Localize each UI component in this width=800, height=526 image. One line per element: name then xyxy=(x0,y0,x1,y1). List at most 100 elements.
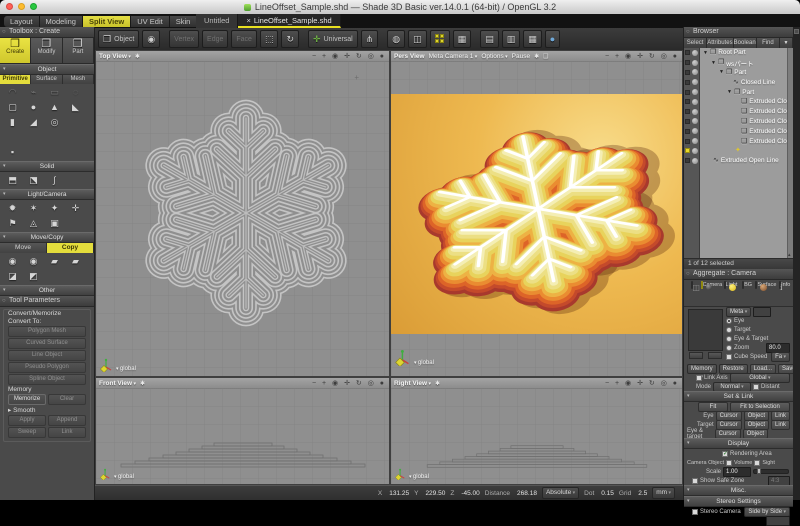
rendering-area-checkbox[interactable] xyxy=(722,451,728,457)
browser-tab-find[interactable]: Find xyxy=(757,38,780,48)
set-link-section-bar[interactable]: Set & Link xyxy=(684,391,793,402)
visibility-icon[interactable] xyxy=(692,60,698,66)
face-mode-button[interactable]: Face xyxy=(231,30,257,48)
solid-section-bar[interactable]: Solid xyxy=(0,161,94,172)
tree-row[interactable]: Extruded Closed xyxy=(684,136,793,146)
point-light-icon[interactable]: ✹ xyxy=(2,201,23,216)
preview-button[interactable] xyxy=(708,352,722,359)
panel-toggle-icon[interactable] xyxy=(794,29,799,34)
tree-row[interactable]: ▼wsパート xyxy=(684,58,793,68)
viewport-zoom-controls[interactable]: − + ◉ ✛ ↻ ◎ ● xyxy=(605,379,679,387)
spot-light-icon[interactable]: ✶ xyxy=(23,201,44,216)
toolbox-header[interactable]: Toolbox : Create xyxy=(0,27,94,38)
render-flag-icon[interactable] xyxy=(685,158,690,163)
tree-row[interactable]: Extruded Closed xyxy=(684,117,793,127)
render-flag-icon[interactable] xyxy=(685,80,690,85)
viewport-top[interactable]: Top View ✱ − + ◉ ✛ ↻ ◎ ● + global xyxy=(95,50,390,377)
visibility-icon[interactable] xyxy=(692,118,698,124)
stereo-camera-checkbox[interactable] xyxy=(692,509,698,515)
disclosure-icon[interactable]: ▼ xyxy=(727,89,732,95)
scale-tool-icon[interactable]: ▰ xyxy=(44,254,65,269)
shear-tool-icon[interactable]: ◪ xyxy=(2,269,23,284)
display-texture-button[interactable] xyxy=(523,30,542,48)
clear-button[interactable]: Clear xyxy=(48,394,86,405)
world-coordinates-button[interactable] xyxy=(387,30,405,48)
coordinate-space-selector[interactable]: global xyxy=(409,474,429,480)
visibility-icon[interactable] xyxy=(692,50,698,56)
link-axis-checkbox[interactable] xyxy=(696,375,702,381)
tree-row[interactable]: Extruded Closed xyxy=(684,107,793,117)
render-flag-icon[interactable] xyxy=(685,99,690,104)
convert-polygon-mesh-button[interactable]: Polygon Mesh xyxy=(8,326,86,337)
rotate-tool-icon[interactable]: ◉ xyxy=(23,254,44,269)
flag-light-icon[interactable]: ⚑ xyxy=(2,216,23,231)
tab-modeling[interactable]: Modeling xyxy=(40,16,83,27)
display-wireframe-button[interactable] xyxy=(480,30,499,48)
show-grid-button[interactable] xyxy=(453,30,472,48)
sphere-tool-icon[interactable]: ● xyxy=(23,100,44,115)
move-button[interactable]: Move xyxy=(0,243,47,253)
comment-icon[interactable]: ❑ xyxy=(543,53,548,60)
gear-icon[interactable]: ✱ xyxy=(135,53,140,60)
gear-icon[interactable]: ✱ xyxy=(140,380,145,387)
tree-row[interactable]: ▼ Part xyxy=(684,87,793,97)
disclosure-icon[interactable]: ▼ xyxy=(711,60,716,66)
pause-button[interactable]: Pause xyxy=(512,53,530,60)
memorize-button[interactable]: Memorize xyxy=(8,394,46,405)
tree-row[interactable]: ▼Part xyxy=(684,68,793,78)
mirror-button[interactable] xyxy=(408,30,427,48)
display-shaded-button[interactable] xyxy=(545,30,560,48)
tree-row[interactable]: ▼Root Part xyxy=(684,48,793,58)
safe-zone-field[interactable]: 4:3 xyxy=(768,476,790,486)
tree-row[interactable] xyxy=(684,146,793,156)
tree-row[interactable]: Extruded Closed xyxy=(684,126,793,136)
solid-union-icon[interactable]: ⬒ xyxy=(2,173,23,188)
preview-button[interactable] xyxy=(689,352,703,359)
viewport-zoom-controls[interactable]: − + ◉ ✛ ↻ ◎ ● xyxy=(605,52,679,60)
pers-view-menu[interactable]: Pers View xyxy=(394,53,425,60)
edge-mode-button[interactable]: Edge xyxy=(202,30,228,48)
smooth-sweep-button[interactable]: Sweep xyxy=(8,427,46,438)
top-view-menu[interactable]: Top View xyxy=(99,53,131,60)
render-flag-icon[interactable] xyxy=(685,119,690,124)
grid-snap-button[interactable] xyxy=(430,30,450,48)
solid-subtract-icon[interactable]: ⬔ xyxy=(23,173,44,188)
browser-tab-select[interactable]: Select xyxy=(684,38,707,48)
eye-target-radio[interactable] xyxy=(726,336,732,342)
target-radio[interactable] xyxy=(726,327,732,333)
render-flag-icon[interactable] xyxy=(685,129,690,134)
render-flag-icon[interactable] xyxy=(685,90,690,95)
visibility-icon[interactable] xyxy=(692,99,698,105)
filter-button[interactable]: ▼ xyxy=(780,38,793,48)
skeleton-button[interactable] xyxy=(361,30,379,48)
target-link-button[interactable]: Link xyxy=(771,420,790,430)
convert-curved-surface-button[interactable]: Curved Surface xyxy=(8,338,86,349)
copy-button[interactable]: Copy xyxy=(47,243,94,253)
ramp-tool-icon[interactable]: ◢ xyxy=(23,115,44,130)
disclosure-icon[interactable]: ▼ xyxy=(703,50,708,56)
volume-checkbox[interactable] xyxy=(726,460,732,466)
cone-tool-icon[interactable]: ▲ xyxy=(44,100,65,115)
eye-radio[interactable] xyxy=(726,318,732,324)
tab-split-view[interactable]: Split View xyxy=(83,16,131,27)
gear-icon[interactable]: ✱ xyxy=(534,53,539,60)
tab-uv-edit[interactable]: UV Edit xyxy=(131,16,169,27)
tree-item-label[interactable]: Part xyxy=(742,89,754,96)
coordinate-mode-dropdown[interactable]: Absolute xyxy=(542,487,579,499)
other-section-bar[interactable]: Other xyxy=(0,285,94,296)
aggregate-tab-surface[interactable]: Surface xyxy=(755,282,776,306)
camera-selector[interactable]: Meta Camera 1 xyxy=(429,53,478,60)
aggregate-tab-camera[interactable]: Camera xyxy=(701,282,723,306)
camera-preview[interactable] xyxy=(688,309,723,351)
primitive-tool-icon[interactable]: ◌ xyxy=(65,85,86,100)
render-flag-icon[interactable] xyxy=(685,109,690,114)
solid-intersect-icon[interactable]: ∫ xyxy=(44,173,65,188)
subtab-primitive[interactable]: Primitive xyxy=(0,75,31,84)
camera-tool-button[interactable] xyxy=(142,30,160,48)
tree-item-label[interactable]: Closed Line xyxy=(741,79,775,86)
tree-row[interactable]: Extruded Closed xyxy=(684,97,793,107)
rounded-box-tool-icon[interactable]: ▢ xyxy=(2,100,23,115)
eye-target-object-button[interactable]: Object xyxy=(743,429,768,439)
render-flag-icon[interactable] xyxy=(685,60,690,65)
eye-target-cursor-button[interactable]: Cursor xyxy=(715,429,741,439)
